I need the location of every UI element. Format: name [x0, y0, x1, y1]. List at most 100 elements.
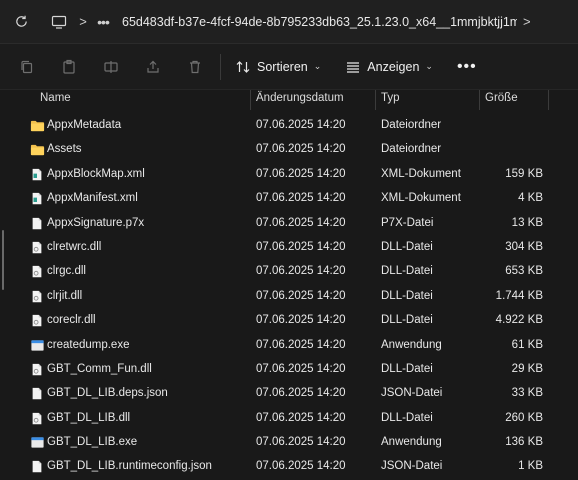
- file-row[interactable]: AppxMetadata 07.06.2025 14:20 Dateiordner: [0, 114, 578, 138]
- file-name: GBT_DL_LIB.dll: [47, 411, 131, 424]
- file-date: 07.06.2025 14:20: [256, 265, 346, 278]
- copy-icon: [21, 60, 33, 73]
- refresh-button[interactable]: [6, 7, 36, 37]
- file-name: AppxSignature.p7x: [47, 216, 145, 229]
- file-name: clrgc.dll: [47, 265, 86, 278]
- column-type[interactable]: Typ: [381, 92, 400, 104]
- file-row[interactable]: AppxBlockMap.xml 07.06.2025 14:20 XML-Doku…: [0, 163, 578, 187]
- file-size: 260 KB: [505, 411, 543, 424]
- delete-button[interactable]: [180, 52, 210, 82]
- dll-file-icon: [30, 264, 44, 280]
- file-size: 4.922 KB: [495, 314, 543, 327]
- column-name[interactable]: Name: [40, 92, 71, 104]
- file-type: JSON-Datei: [381, 387, 443, 400]
- breadcrumb-overflow-button[interactable]: •••: [92, 14, 114, 30]
- file-name: AppxMetadata: [47, 119, 122, 131]
- file-name: AppxManifest.xml: [47, 192, 138, 205]
- file-type: DLL-Datei: [381, 240, 433, 253]
- file-type: Dateiordner: [381, 143, 442, 156]
- file-row[interactable]: AppxManifest.xml 07.06.2025 14:20 XML-Doku…: [0, 187, 578, 211]
- column-divider[interactable]: [548, 90, 549, 110]
- file-row[interactable]: createdump.exe 07.06.2025 14:20 Anwendung 6…: [0, 334, 578, 358]
- file-name: GBT_DL_LIB.deps.json: [47, 387, 168, 400]
- column-header: ⌃ Name Änderungsdatum Typ Größe: [0, 90, 578, 110]
- file-name: GBT_Comm_Fun.dll: [47, 362, 152, 375]
- file-row[interactable]: GBT_DL_LIB.runtimeconfig.json 07.06.2025 …: [0, 455, 578, 479]
- paste-icon: [63, 59, 75, 74]
- command-bar: Sortieren ⌄ Anzeigen ⌄ •••: [0, 44, 578, 90]
- file-date: 07.06.2025 14:20: [256, 338, 346, 351]
- file-row[interactable]: AppxSignature.p7x 07.06.2025 14:20 P7X-Dat…: [0, 212, 578, 236]
- file-row[interactable]: clrgc.dll 07.06.2025 14:20 DLL-Datei 653 KB: [0, 260, 578, 284]
- xml-file-icon: [30, 167, 44, 183]
- file-date: 07.06.2025 14:20: [256, 143, 346, 156]
- file-name: clrjit.dll: [47, 289, 83, 302]
- refresh-icon: [15, 15, 27, 27]
- file-name: coreclr.dll: [47, 314, 96, 327]
- monitor-icon: [51, 15, 67, 29]
- breadcrumb-next-chevron[interactable]: >: [523, 14, 531, 29]
- file-size: 33 KB: [511, 387, 543, 400]
- file-type: DLL-Datei: [381, 362, 433, 375]
- file-date: 07.06.2025 14:20: [256, 460, 346, 473]
- file-size: 29 KB: [511, 362, 543, 375]
- column-date[interactable]: Änderungsdatum: [256, 92, 344, 104]
- column-divider[interactable]: [250, 90, 251, 110]
- file-row[interactable]: Assets 07.06.2025 14:20 Dateiordner: [0, 138, 578, 162]
- file-row[interactable]: GBT_DL_LIB.deps.json 07.06.2025 14:20 JSON…: [0, 382, 578, 406]
- dll-file-icon: [30, 313, 44, 329]
- sort-menu-button[interactable]: Sortieren ⌄: [227, 52, 329, 82]
- this-pc-button[interactable]: [44, 7, 74, 37]
- file-size: 13 KB: [511, 216, 543, 229]
- file-rows: AppxMetadata 07.06.2025 14:20 Dateiordner A…: [0, 114, 578, 480]
- file-name: clretwrc.dll: [47, 240, 102, 253]
- file-type: JSON-Datei: [381, 460, 443, 473]
- file-name: Assets: [47, 143, 82, 156]
- file-row[interactable]: clrjit.dll 07.06.2025 14:20 DLL-Datei 1.744…: [0, 285, 578, 309]
- file-date: 07.06.2025 14:20: [256, 119, 346, 131]
- file-type: Anwendung: [381, 338, 442, 351]
- scroll-indicator[interactable]: [2, 230, 4, 290]
- file-icon: [30, 216, 44, 232]
- column-divider[interactable]: [479, 90, 480, 110]
- file-icon: [30, 459, 44, 475]
- file-date: 07.06.2025 14:20: [256, 387, 346, 400]
- file-type: Dateiordner: [381, 119, 442, 131]
- file-date: 07.06.2025 14:20: [256, 240, 346, 253]
- more-options-button[interactable]: •••: [457, 58, 477, 76]
- sort-icon: [236, 60, 250, 73]
- sort-caret-icon: ⌃: [136, 90, 144, 93]
- file-row[interactable]: GBT_Comm_Fun.dll 07.06.2025 14:20 DLL-Date…: [0, 358, 578, 382]
- dll-file-icon: [30, 411, 44, 427]
- delete-icon: [190, 60, 200, 73]
- file-row[interactable]: coreclr.dll 07.06.2025 14:20 DLL-Datei 4.92…: [0, 309, 578, 333]
- file-type: P7X-Datei: [381, 216, 434, 229]
- file-date: 07.06.2025 14:20: [256, 216, 346, 229]
- dll-file-icon: [30, 289, 44, 305]
- file-row[interactable]: clretwrc.dll 07.06.2025 14:20 DLL-Datei 304…: [0, 236, 578, 260]
- view-menu-button[interactable]: Anzeigen ⌄: [337, 52, 441, 82]
- file-name: AppxBlockMap.xml: [47, 167, 145, 180]
- paste-button[interactable]: [54, 52, 84, 82]
- file-row[interactable]: GBT_DL_LIB.exe 07.06.2025 14:20 Anwendung 1…: [0, 431, 578, 455]
- column-divider[interactable]: [375, 90, 376, 110]
- file-type: DLL-Datei: [381, 289, 433, 302]
- file-type: DLL-Datei: [381, 411, 433, 424]
- view-label: Anzeigen: [367, 59, 420, 74]
- file-icon: [30, 386, 44, 402]
- share-button[interactable]: [138, 52, 168, 82]
- folder-icon: [30, 118, 45, 134]
- column-size[interactable]: Größe: [485, 92, 518, 104]
- file-name: GBT_DL_LIB.runtimeconfig.json: [47, 460, 212, 473]
- address-bar: > ••• 65d483df-b37e-4fcf-94de-8b795233db…: [0, 0, 578, 44]
- file-row[interactable]: GBT_DL_LIB.dll 07.06.2025 14:20 DLL-Datei 2…: [0, 407, 578, 431]
- file-type: DLL-Datei: [381, 265, 433, 278]
- file-size: 4 KB: [518, 192, 543, 205]
- dll-file-icon: [30, 362, 44, 378]
- breadcrumb-separator[interactable]: >: [74, 14, 92, 29]
- file-type: DLL-Datei: [381, 314, 433, 327]
- file-type: Anwendung: [381, 436, 442, 449]
- rename-button[interactable]: [96, 52, 126, 82]
- breadcrumb-current-folder[interactable]: 65d483df-b37e-4fcf-94de-8b795233db63_25.…: [122, 15, 517, 29]
- copy-button[interactable]: [12, 52, 42, 82]
